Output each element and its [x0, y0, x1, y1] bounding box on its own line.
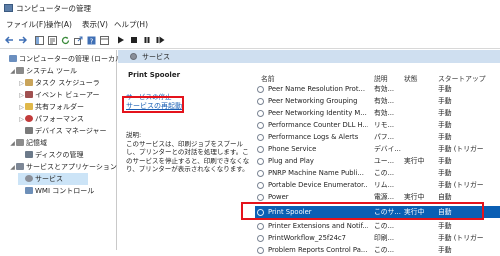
disk-icon [25, 151, 33, 158]
menu-action[interactable]: 操作(A) [46, 19, 72, 30]
service-description: 説明: このサービスは、印刷ジョブをスプールし、プリンターとの対話を処理します。… [126, 131, 254, 174]
chevron-down-icon: ◢ [10, 68, 15, 75]
table-row[interactable]: Printer Extensions and Notif... この... 手動 [255, 220, 500, 232]
gear-icon [257, 158, 264, 165]
gear-icon [257, 247, 264, 254]
tree-item-wmi-control[interactable]: WMI コントロール [18, 185, 94, 197]
tree-item-storage[interactable]: ◢ 記憶域 [9, 137, 47, 149]
print-spooler-highlight [241, 202, 484, 220]
gear-icon [257, 146, 264, 153]
back-icon[interactable] [4, 35, 14, 45]
device-icon [25, 127, 33, 134]
table-row[interactable]: Portable Device Enumerator... リム... 手動 (トリ… [255, 179, 500, 191]
window-title: コンピューターの管理 [16, 4, 91, 13]
menu-help[interactable]: ヘルプ(H) [114, 19, 148, 30]
wmi-icon [25, 187, 33, 194]
gear-icon [257, 98, 264, 105]
view-icon[interactable] [99, 35, 109, 45]
table-row[interactable]: Peer Name Resolution Prot... 有効... 手動 [255, 83, 500, 95]
list-header: 名前 説明 状態 スタートアップ [255, 67, 500, 83]
console-tree: コンピューターの管理 (ローカル) ◢ システム ツール ▷ タスク スケジューラ … [0, 50, 125, 250]
description-label: 説明: [126, 131, 142, 139]
tools-icon [16, 67, 24, 74]
properties-icon[interactable] [47, 35, 57, 45]
gear-icon [257, 194, 264, 201]
services-apps-icon [16, 163, 24, 170]
play-icon[interactable] [116, 35, 126, 45]
table-row[interactable]: Performance Logs & Alerts パフ... 手動 [255, 131, 500, 143]
help-icon[interactable]: ? [86, 35, 96, 45]
table-row[interactable]: Phone Service デバイ... 手動 (トリガー [255, 143, 500, 155]
gear-icon [257, 235, 264, 242]
table-row[interactable]: Plug and Play ユー... 実行中 手動 [255, 155, 500, 167]
console-tree-icon[interactable] [34, 35, 44, 45]
tree-item-performance[interactable]: ▷ パフォーマンス [18, 113, 84, 125]
menu-bar: ファイル(F) 操作(A) 表示(V) ヘルプ(H) [0, 16, 500, 32]
column-name[interactable]: 名前 [261, 73, 275, 83]
stop-icon[interactable] [129, 35, 139, 45]
tree-item-event-viewer[interactable]: ▷ イベント ビューアー [18, 89, 100, 101]
gear-icon [257, 170, 264, 177]
restart-icon[interactable] [155, 35, 165, 45]
services-list: 名前 説明 状態 スタートアップ Peer Name Resolution Pr… [255, 63, 500, 254]
restart-service-link[interactable]: サービスの再起動 [126, 101, 182, 111]
tree-item-shared-folders[interactable]: ▷ 共有フォルダー [18, 101, 84, 113]
table-row[interactable]: PrintWorkflow_25f24c7 印刷... 手動 (トリガー [255, 232, 500, 244]
tree-item-task-scheduler[interactable]: ▷ タスク スケジューラ [18, 77, 100, 89]
table-row[interactable]: Problem Reports Control Pa... この... 手動 [255, 244, 500, 256]
table-row[interactable]: Peer Networking Grouping 有効... 手動 [255, 95, 500, 107]
services-header: サービス [118, 50, 500, 63]
title-bar: コンピューターの管理 [0, 0, 500, 16]
tree-item-disk-management[interactable]: ディスクの管理 [18, 149, 84, 161]
table-row[interactable]: PNRP Machine Name Publi... この... 手動 [255, 167, 500, 179]
storage-icon [16, 139, 24, 146]
performance-icon [25, 115, 33, 122]
refresh-icon[interactable] [60, 35, 70, 45]
chevron-down-icon: ◢ [10, 140, 15, 147]
description-text: このサービスは、印刷ジョブをスプールし、プリンターとの対話を処理します。このサー… [126, 139, 250, 174]
selected-service-name: Print Spooler [128, 71, 181, 79]
table-row[interactable]: Performance Counter DLL H... リモ... 手動 [255, 119, 500, 131]
export-icon[interactable] [73, 35, 83, 45]
services-header-title: サービス [142, 53, 170, 61]
tree-item-system-tools[interactable]: ◢ システム ツール [9, 65, 77, 77]
event-icon [25, 91, 33, 98]
gear-icon [130, 53, 137, 60]
computer-management-icon [4, 4, 13, 12]
pause-icon[interactable] [142, 35, 152, 45]
gear-icon [257, 223, 264, 230]
toolbar: ? [0, 32, 500, 49]
gear-icon [257, 110, 264, 117]
tree-item-device-manager[interactable]: デバイス マネージャー [18, 125, 107, 137]
svg-text:?: ? [89, 37, 93, 45]
gear-icon [257, 122, 264, 129]
menu-file[interactable]: ファイル(F) [6, 19, 46, 30]
computer-icon [9, 55, 17, 62]
gear-icon [257, 182, 264, 189]
forward-icon[interactable] [17, 35, 27, 45]
chevron-down-icon: ◢ [10, 164, 15, 171]
tree-item-services-and-applications[interactable]: ◢ サービスとアプリケーション [9, 161, 117, 173]
column-status[interactable]: 状態 [404, 73, 418, 83]
gear-icon [25, 175, 33, 182]
gear-icon [257, 86, 264, 93]
gear-icon [257, 134, 264, 141]
table-row[interactable]: Peer Networking Identity M... 有効... 手動 [255, 107, 500, 119]
column-startup-type[interactable]: スタートアップ [438, 73, 486, 83]
clock-icon [25, 79, 33, 86]
folder-icon [25, 103, 33, 110]
tree-item-services[interactable]: サービス [18, 173, 88, 185]
tree-item-computer-management[interactable]: コンピューターの管理 (ローカル) [2, 53, 125, 65]
column-description[interactable]: 説明 [374, 73, 388, 83]
menu-view[interactable]: 表示(V) [82, 19, 108, 30]
